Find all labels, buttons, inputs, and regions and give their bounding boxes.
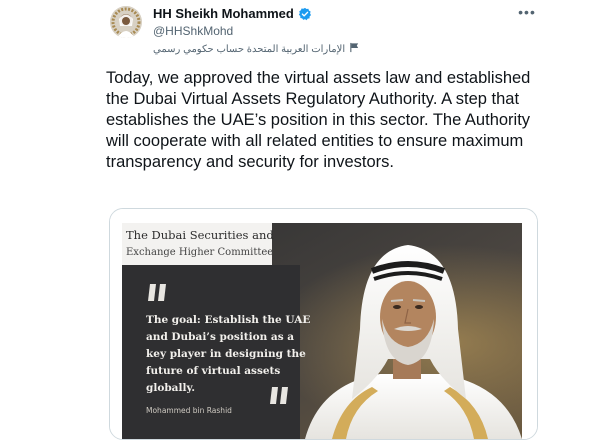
media-attribution: Mohammed bin Rashid [146, 406, 232, 415]
avatar[interactable] [110, 6, 142, 38]
more-horizontal-icon: ••• [518, 4, 536, 20]
verified-badge-icon [298, 7, 312, 21]
affiliation-label: الإمارات العربية المتحدة حساب حكومي رسمي [153, 43, 346, 55]
media-quote-line3: key player in designing the [146, 348, 306, 360]
media-image: The Dubai Securities and Exchange Higher… [110, 209, 537, 439]
media-quote-line5: globally. [146, 382, 195, 394]
flag-icon [349, 42, 360, 56]
media-header-line1: The Dubai Securities and [126, 228, 274, 242]
author-name-text: HH Sheikh Mohammed [153, 6, 294, 21]
author-handle[interactable]: @HHShkMohd [153, 24, 233, 38]
media-quote-line2: and Dubai’s position as a [146, 331, 294, 343]
author-affiliation: الإمارات العربية المتحدة حساب حكومي رسمي [153, 42, 360, 56]
media-card[interactable]: The Dubai Securities and Exchange Higher… [109, 208, 538, 440]
author-display-name[interactable]: HH Sheikh Mohammed [153, 6, 312, 21]
tweet-text: Today, we approved the virtual assets la… [106, 69, 531, 171]
more-options-button[interactable]: ••• [516, 4, 538, 22]
media-header-line2: Exchange Higher Committee [126, 247, 273, 258]
media-quote-line1: The goal: Establish the UAE [146, 314, 310, 326]
avatar-image [110, 6, 142, 38]
media-quote-line4: future of virtual assets [146, 365, 280, 377]
